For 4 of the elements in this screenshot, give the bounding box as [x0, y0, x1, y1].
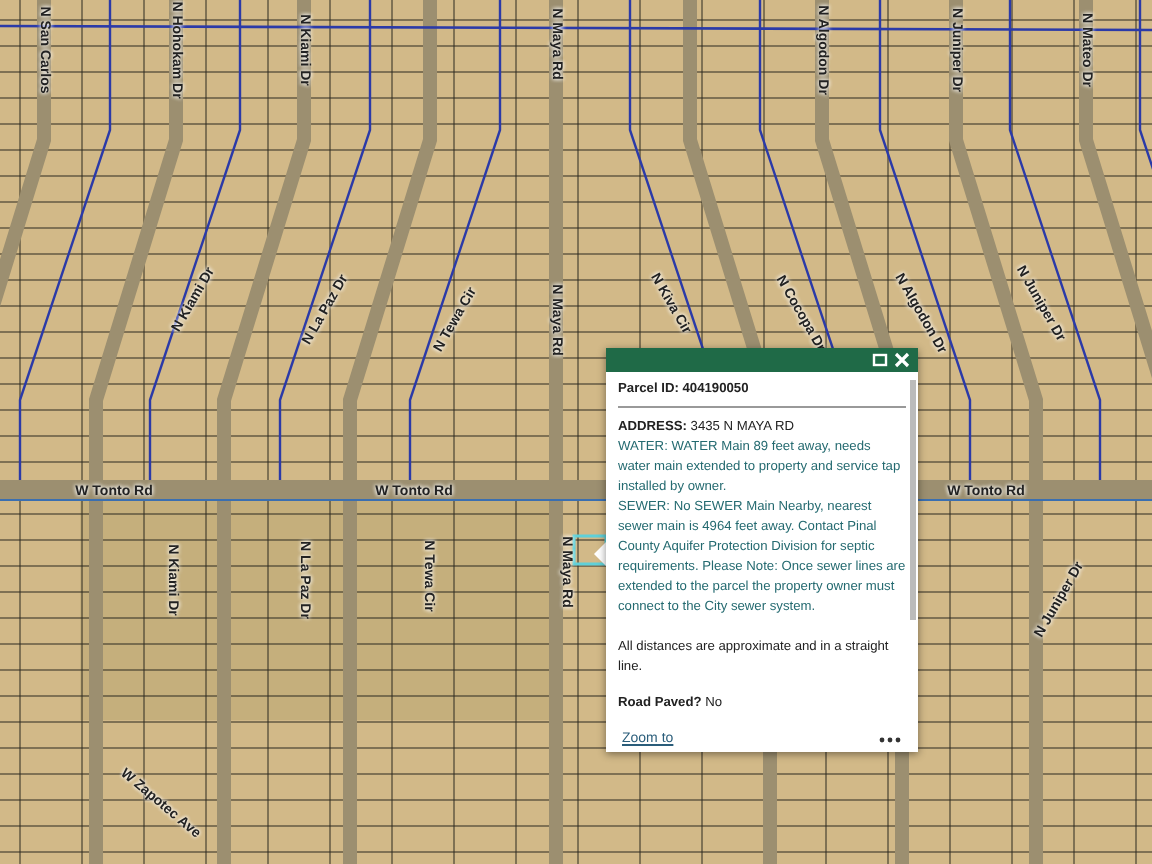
scrollbar[interactable] — [910, 380, 916, 620]
close-icon[interactable] — [894, 352, 910, 368]
more-icon[interactable] — [878, 735, 902, 743]
maximize-icon[interactable] — [872, 352, 888, 368]
